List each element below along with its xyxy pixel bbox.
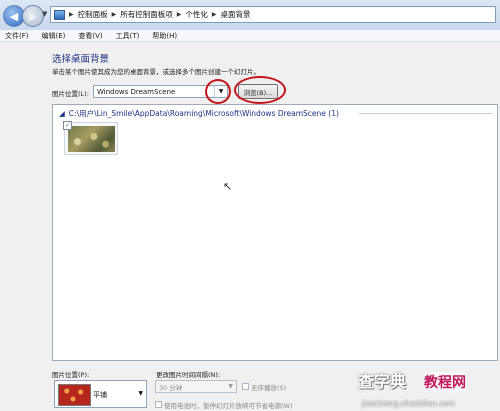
back-arrow-icon: ◀: [9, 9, 19, 23]
thumbnail-image: [68, 126, 115, 152]
chevron-right-icon[interactable]: ▶: [69, 11, 74, 18]
menu-edit[interactable]: 编辑(E): [42, 31, 66, 41]
group-divider: [359, 113, 493, 114]
mouse-cursor-icon: ↖: [223, 180, 233, 193]
picture-position-label: 图片位置(P):: [52, 371, 90, 379]
breadcrumb-desktop-background[interactable]: 桌面背景: [221, 9, 251, 20]
interval-value: 30 分钟: [159, 383, 183, 392]
picture-list[interactable]: ◢ C:\用户\Lin_Smile\AppData\Roaming\Micros…: [52, 104, 498, 361]
page-subtitle: 单击某个图片使其成为您的桌面背景，或选择多个图片创建一个幻灯片。: [52, 68, 260, 76]
watermark-brand: 教程网: [424, 372, 466, 392]
menu-file[interactable]: 文件(F): [5, 31, 29, 41]
battery-pause-checkbox[interactable]: [155, 401, 162, 408]
breadcrumb-all-items[interactable]: 所有控制面板项: [120, 9, 173, 20]
watermark: 查字典 教程网 jiaocheng.chazidian.com: [358, 368, 500, 411]
picture-position-select[interactable]: 平铺 ▼: [54, 380, 147, 408]
watermark-url: jiaocheng.chazidian.com: [362, 399, 455, 408]
forward-arrow-icon: ▶: [28, 9, 38, 23]
picture-position-value: 平铺: [93, 391, 107, 399]
page-title: 选择桌面背景: [52, 54, 110, 65]
recent-pages-dropdown-icon[interactable]: ▼: [42, 10, 47, 18]
group-header[interactable]: ◢ C:\用户\Lin_Smile\AppData\Roaming\Micros…: [59, 108, 339, 119]
interval-label: 更改图片时间间隔(N):: [156, 371, 221, 379]
group-path: C:\用户\Lin_Smile\AppData\Roaming\Microsof…: [68, 109, 339, 118]
picture-location-value: Windows DreamScene: [97, 87, 176, 96]
picture-location-label: 图片位置(L):: [52, 90, 89, 98]
chevron-right-icon[interactable]: ▶: [112, 11, 117, 18]
wallpaper-thumbnail[interactable]: ✓: [63, 121, 118, 155]
chevron-right-icon[interactable]: ▶: [212, 11, 217, 18]
control-panel-icon: [54, 9, 65, 20]
annotation-circle-dropdown: [205, 79, 231, 104]
tile-preview-icon: [58, 384, 91, 406]
chevron-down-icon[interactable]: ▼: [138, 390, 143, 397]
forward-button[interactable]: ▶: [22, 5, 44, 27]
battery-pause-label: 使用电池时，暂停幻灯片放映可节省电源(W): [164, 402, 293, 410]
chevron-down-icon[interactable]: ▼: [228, 383, 233, 390]
annotation-circle-browse: [234, 76, 286, 104]
thumbnail-checkbox[interactable]: ✓: [63, 121, 72, 130]
breadcrumb-personalization[interactable]: 个性化: [185, 9, 208, 20]
breadcrumb-control-panel[interactable]: 控制面板: [78, 9, 108, 20]
interval-select[interactable]: 30 分钟 ▼: [155, 380, 237, 393]
watermark-site: 查字典: [358, 372, 407, 391]
shuffle-checkbox[interactable]: [242, 383, 249, 390]
address-box[interactable]: ▶ 控制面板 ▶ 所有控制面板项 ▶ 个性化 ▶ 桌面背景: [50, 6, 496, 23]
menu-help[interactable]: 帮助(H): [152, 31, 177, 41]
menu-view[interactable]: 查看(V): [78, 31, 102, 41]
menu-tools[interactable]: 工具(T): [116, 31, 140, 41]
shuffle-label: 无序播放(S): [251, 384, 287, 392]
chevron-right-icon[interactable]: ▶: [177, 11, 182, 18]
menu-bar: 文件(F) 编辑(E) 查看(V) 工具(T) 帮助(H): [0, 30, 500, 42]
collapse-triangle-icon[interactable]: ◢: [59, 109, 65, 118]
